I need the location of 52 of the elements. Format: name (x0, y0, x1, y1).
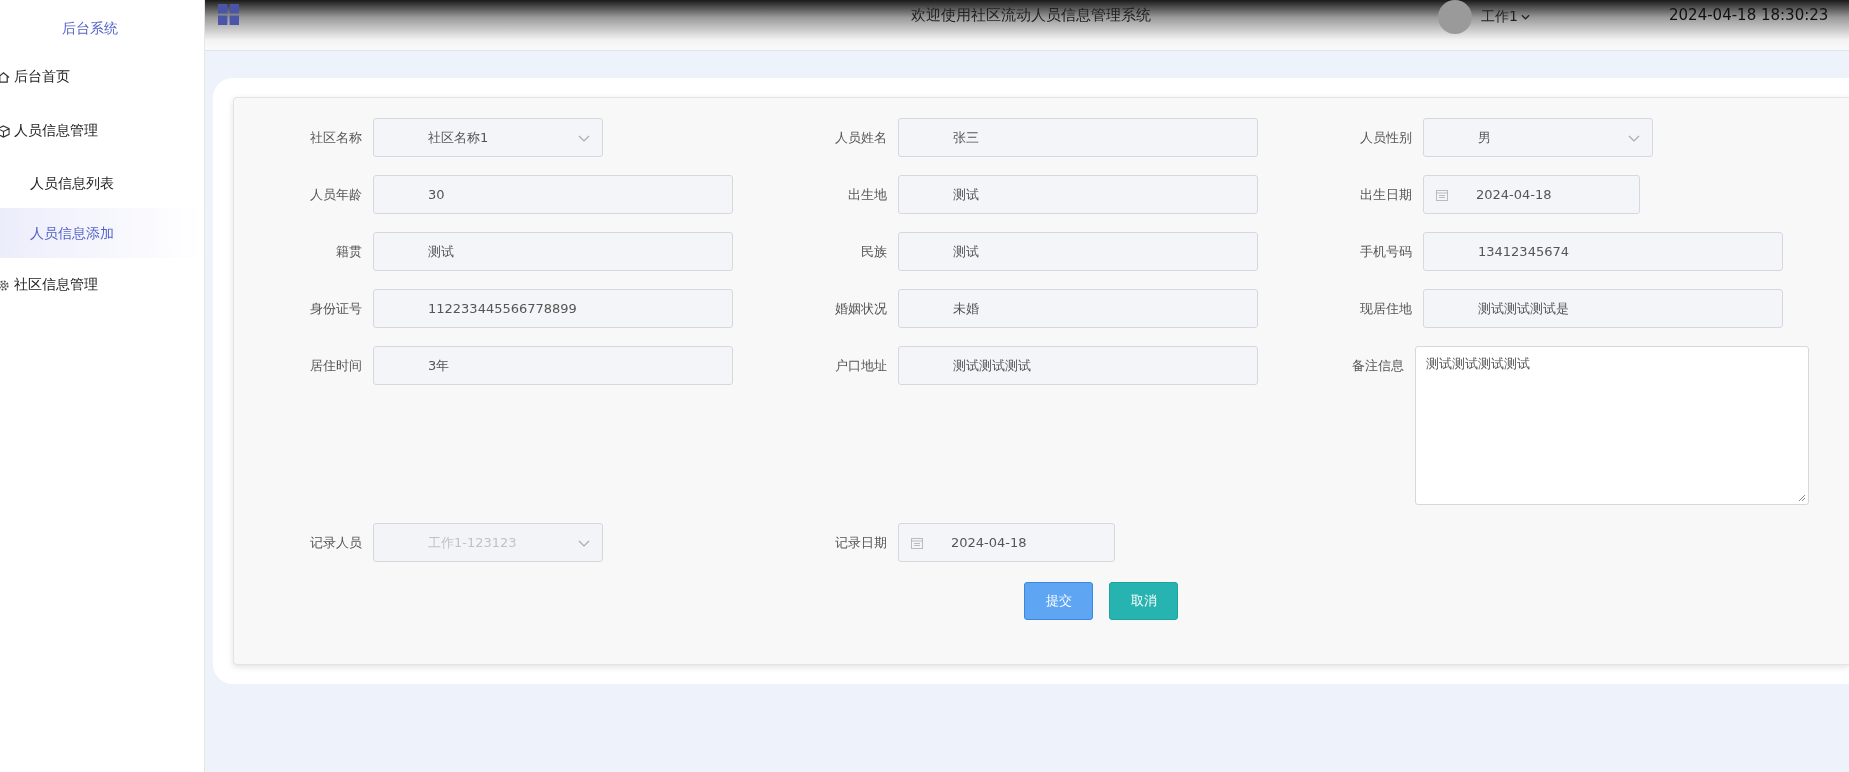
caret-icon (578, 540, 590, 547)
field-label: 婚姻状况 (834, 300, 887, 318)
date-field[interactable]: 2024-04-18 (1423, 175, 1640, 214)
input-field[interactable]: 30 (373, 175, 733, 214)
menu-item[interactable]: 社区信息管理 (0, 258, 204, 312)
input-field[interactable]: 测试 (898, 232, 1258, 271)
menu-item[interactable]: 后台首页 (0, 50, 204, 104)
calendar-icon (911, 536, 923, 549)
calendar-icon (1436, 188, 1448, 201)
home-icon (0, 70, 10, 84)
input-field[interactable]: 13412345674 (1423, 232, 1783, 271)
header-title: 欢迎使用社区流动人员信息管理系统 (911, 6, 1151, 25)
sidebar-title: 后台系统 (61, 19, 119, 38)
avatar-icon[interactable] (1437, 0, 1473, 34)
input-field[interactable]: 张三 (898, 118, 1258, 157)
field-label: 现居住地 (1359, 300, 1412, 318)
field-label: 备注信息 (1351, 357, 1405, 375)
date-field[interactable]: 2024-04-18 (898, 523, 1115, 562)
field-label: 人员年龄 (309, 186, 362, 204)
caret-icon (1520, 14, 1530, 20)
input-field[interactable]: 测试 (898, 175, 1258, 214)
field-label: 籍贯 (335, 243, 362, 261)
field-label: 人员性别 (1359, 129, 1412, 147)
submenu-item[interactable]: 人员信息列表 (0, 158, 204, 208)
text-area[interactable]: 测试测试测试测试 (1415, 346, 1809, 505)
settings-icon (0, 278, 10, 292)
input-field[interactable]: 测试 (373, 232, 733, 271)
input-field[interactable]: 未婚 (898, 289, 1258, 328)
resize-icon (1798, 494, 1806, 502)
input-field[interactable]: 测试测试测试是 (1423, 289, 1783, 328)
input-field[interactable]: 测试测试测试 (898, 346, 1258, 385)
caret-icon (578, 135, 590, 142)
input-field[interactable]: 112233445566778899 (373, 289, 733, 328)
field-label: 身份证号 (309, 300, 362, 318)
field-label: 记录人员 (309, 534, 362, 552)
field-label: 手机号码 (1359, 243, 1412, 261)
cube-icon (0, 124, 10, 138)
field-label: 人员姓名 (834, 129, 887, 147)
field-label: 社区名称 (309, 129, 362, 147)
select-field[interactable]: 男 (1423, 118, 1653, 157)
user-menu[interactable]: 工作1 (1481, 8, 1530, 26)
field-label: 民族 (860, 243, 887, 261)
field-label: 记录日期 (834, 534, 887, 552)
select-field[interactable]: 社区名称1 (373, 118, 603, 157)
menu-item[interactable]: 人员信息管理 (0, 104, 204, 158)
field-label: 户口地址 (834, 357, 887, 375)
field-label: 出生日期 (1359, 186, 1412, 204)
input-field[interactable]: 3年 (373, 346, 733, 385)
field-label: 居住时间 (309, 357, 362, 375)
field-label: 出生地 (847, 186, 887, 204)
caret-icon (1628, 135, 1640, 142)
datetime: 2024-04-18 18:30:23 (1669, 6, 1829, 24)
